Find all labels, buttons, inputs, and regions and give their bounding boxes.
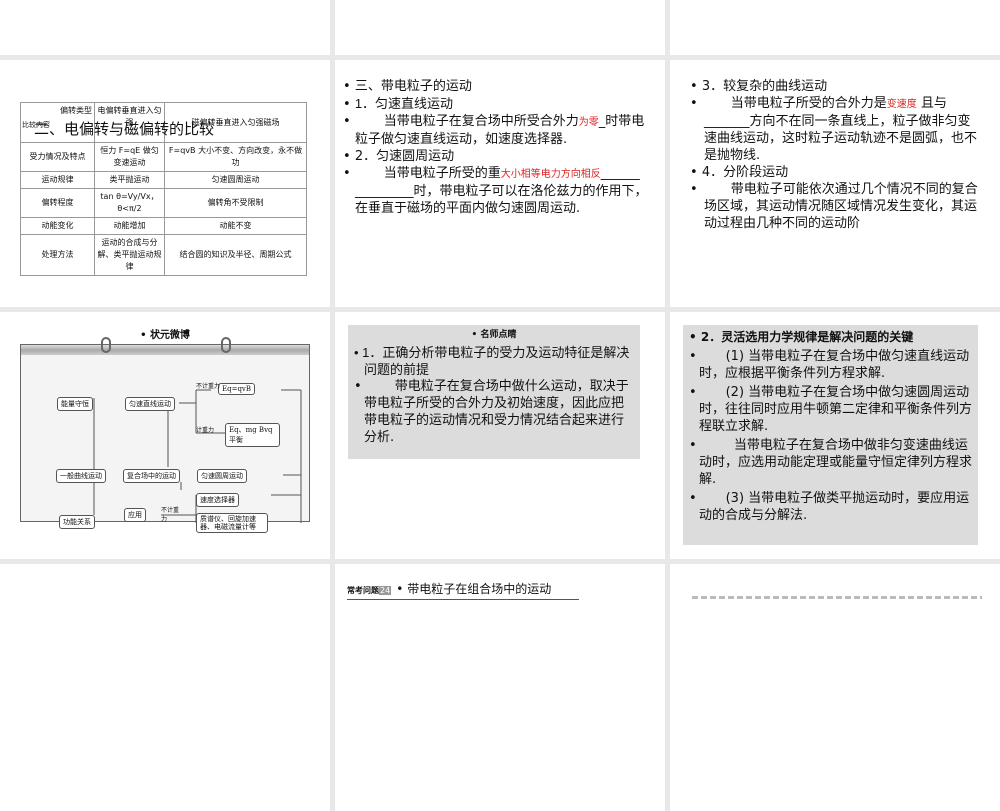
- bullet-text: • 带电粒子可能依次通过几个情况不同的复合场区域，其运动情况随区域情况发生变化，…: [690, 182, 978, 231]
- tips-box: • 名师点睛 • 1．正确分析带电粒子的受力及运动特征是解决问题的前提 • 带电…: [348, 325, 640, 459]
- node-instruments: 质谱仪、回旋加速器、电磁流量计等: [196, 513, 268, 533]
- cell: 运动规律: [20, 171, 95, 189]
- bullet-text: • 当带电粒子在复合场中所受合外力为零_时带电粒子做匀速直线运动，如速度选择器.: [343, 114, 645, 147]
- bullet-text: • (1) 当带电粒子在复合场中做匀速直线运动时，应根据平衡条件列方程求解.: [689, 349, 970, 381]
- node-selector: 速度选择器: [196, 493, 239, 507]
- slide-teacher-tips[interactable]: • 名师点睛 • 1．正确分析带电粒子的受力及运动特征是解决问题的前提 • 带电…: [335, 312, 665, 559]
- node-energy: 能量守恒: [57, 397, 93, 411]
- cell: 动能增加: [94, 217, 165, 235]
- node-eq-mg: Eq、mg Bvq平衡: [225, 423, 280, 447]
- cell: 类平抛运动: [94, 171, 165, 189]
- bullet-heading: • 2．灵活选用力学规律是解决问题的关键: [689, 330, 914, 344]
- bullet-text: • 当带电粒子所受的合外力是变速度 且与_______方向不在同一条直线上，粒子…: [690, 96, 978, 163]
- slide-thumbnail-12[interactable]: [670, 564, 1000, 811]
- node-apply: 应用: [124, 508, 146, 522]
- slide-deflection-comparison[interactable]: 偏转类型 电偏转垂直进入匀强 磁偏转垂直进入匀强磁场 受力情况及特点 恒力 F=qE …: [0, 60, 330, 307]
- question-number: 24: [379, 586, 392, 595]
- bullet-heading: • 三、带电粒子的运动: [343, 79, 472, 94]
- slide-title: 二、电偏转与磁偏转的比较: [34, 120, 215, 138]
- node-uniform-circle: 匀速圆周运动: [197, 469, 247, 483]
- bullet-heading: • 4．分阶段运动: [690, 165, 789, 180]
- bullet-text: • 当带电粒子在复合场中做非匀变速曲线运动时，应选用动能定理或能量守恒定律列方程…: [689, 438, 973, 487]
- node-general-curve: 一般曲线运动: [56, 469, 106, 483]
- slide-weibo-diagram[interactable]: • 状元微博 能量守恒 匀速直线运动 Eq=qvB Eq、mg Bvq平衡 不计…: [0, 312, 330, 559]
- slide-complex-motion[interactable]: • 3．较复杂的曲线运动 • 当带电粒子所受的合外力是变速度 且与_______…: [670, 60, 1000, 307]
- cell: 动能变化: [20, 217, 95, 235]
- node-uniform-line: 匀速直线运动: [125, 397, 175, 411]
- question-header: 常考问题24 • 带电粒子在组合场中的运动: [347, 578, 579, 600]
- table-row: 偏转程度 tan θ=Vy/Vx，θ<π/2 偏转角不受限制: [20, 188, 307, 218]
- bullet-heading: • 1．正确分析带电粒子的受力及运动特征是解决问题的前提: [354, 345, 630, 377]
- cell: 偏转程度: [20, 188, 95, 218]
- slide-thumbnail-3[interactable]: [670, 0, 1000, 55]
- rules-box: • 2．灵活选用力学规律是解决问题的关键 • (1) 当带电粒子在复合场中做匀速…: [683, 325, 978, 545]
- question-title: 带电粒子在组合场中的运动: [407, 582, 552, 596]
- label-no-gravity: 不计重力: [196, 383, 221, 390]
- bullet-heading: • 1．匀速直线运动: [343, 96, 454, 112]
- label-gravity: 计重力: [196, 427, 215, 434]
- slide-text-preview: [692, 596, 982, 599]
- cell: F=qvB 大小不变、方向改变，永不做功: [164, 142, 307, 172]
- cell: 动能不变: [164, 217, 307, 235]
- slide-particle-motion[interactable]: • 三、带电粒子的运动 • 1．匀速直线运动 • 当带电粒子在复合场中所受合外力…: [335, 60, 665, 307]
- cell: tan θ=Vy/Vx，θ<π/2: [94, 188, 165, 218]
- slide-thumbnail-10[interactable]: [0, 564, 330, 811]
- slide-thumbnail-2[interactable]: [335, 0, 665, 55]
- bullet-text: • 带电粒子在复合场中做什么运动，取决于带电粒子所受的合外力及初始速度，因此应把…: [354, 379, 629, 445]
- slide-thumbnail-1[interactable]: [0, 0, 330, 55]
- table-row: 受力情况及特点 恒力 F=qE 做匀变速运动 F=qvB 大小不变、方向改变，永不做…: [20, 142, 307, 172]
- table-row: 处理方法 运动的合成与分解、类平抛运动规律 结合圆的知识及半径、周期公式: [20, 234, 307, 276]
- cell: 处理方法: [20, 234, 95, 276]
- slide-title: • 状元微博: [140, 330, 190, 341]
- node-eq-qvb: Eq=qvB: [218, 383, 256, 395]
- cell: 偏转角不受限制: [164, 188, 307, 218]
- label-no-gravity: 不计重力: [161, 507, 180, 523]
- question-label: 常考问题: [347, 586, 379, 595]
- bullet-text: • 当带电粒子所受的重大小相等电力方向相反______ _________时，带…: [343, 166, 648, 216]
- notebook-frame: 能量守恒 匀速直线运动 Eq=qvB Eq、mg Bvq平衡 不计重力 计重力 …: [20, 337, 310, 533]
- node-compound: 复合场中的运动: [123, 469, 180, 483]
- table-row: 运动规律 类平抛运动 匀速圆周运动: [20, 171, 307, 189]
- slide-mechanics-rules[interactable]: • 2．灵活选用力学规律是解决问题的关键 • (1) 当带电粒子在复合场中做匀速…: [670, 312, 1000, 559]
- cell: 匀速圆周运动: [164, 171, 307, 189]
- slide-common-question[interactable]: 常考问题24 • 带电粒子在组合场中的运动: [335, 564, 665, 811]
- bullet-heading: • 3．较复杂的曲线运动: [690, 79, 828, 94]
- bullet-heading: • 2．匀速圆周运动: [343, 149, 455, 164]
- table-row: 动能变化 动能增加 动能不变: [20, 217, 307, 235]
- cell: 受力情况及特点: [20, 142, 95, 172]
- cell: 结合圆的知识及半径、周期公式: [164, 234, 307, 276]
- bullet-text: • (2) 当带电粒子在复合场中做匀速圆周运动时，往往同时应用牛顿第二定律和平衡…: [689, 385, 973, 434]
- tips-title: • 名师点睛: [471, 330, 517, 340]
- bullet-text: • (3) 当带电粒子做类平抛运动时，要应用运动的合成与分解法.: [689, 491, 970, 523]
- cell: 运动的合成与分解、类平抛运动规律: [94, 234, 165, 276]
- node-kinetic: 功能关系: [59, 515, 95, 529]
- cell: 恒力 F=qE 做匀变速运动: [94, 142, 165, 172]
